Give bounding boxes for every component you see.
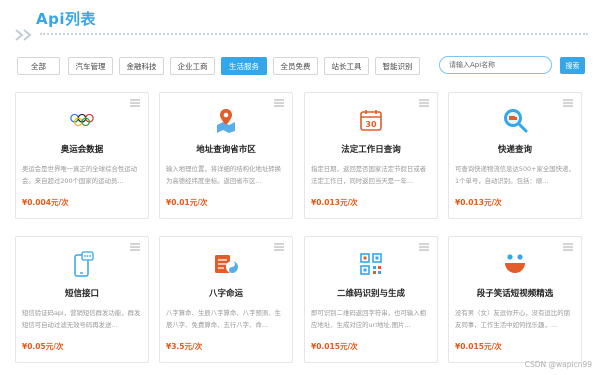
list-menu-icon[interactable]	[130, 243, 140, 251]
card-description: 奥运会是世界唯一真正的全球综合性运动会。来自超过200个国家的运动员…	[22, 165, 138, 185]
calendar-icon: 30	[358, 107, 384, 133]
map-pin-icon	[213, 107, 239, 133]
api-card[interactable]: 快递查询 可查询快递物流信息达500+家全国快递，1个单号，自动识别。包括：顺……	[448, 92, 582, 219]
search-button[interactable]: 搜索	[560, 57, 585, 74]
card-title: 快递查询	[497, 145, 532, 155]
tab-auto-management[interactable]: 汽车管理	[68, 57, 113, 75]
card-price: ¥0.015元/次	[455, 342, 502, 351]
card-price: ¥0.01元/次	[166, 198, 208, 207]
title-divider	[40, 33, 588, 35]
list-menu-icon[interactable]	[274, 243, 284, 251]
tab-all[interactable]: 全部	[17, 57, 60, 75]
api-card[interactable]: 二维码识别与生成 即可识别二维码返回字符串，也可输入相应地址、生成对应的url地…	[304, 236, 438, 363]
card-description: 输入地理位置，将详细的结构化地址转换为高德经纬度坐标。返回省市区…	[166, 165, 282, 185]
card-price: ¥3.5元/次	[166, 342, 203, 351]
sms-phone-icon	[69, 251, 95, 277]
bazi-icon	[213, 251, 239, 277]
double-chevron-icon	[15, 29, 32, 41]
api-card[interactable]: 30 法定工作日查询 指定日期，返回是否国家法定节假日或者法定工作日，同时返回当…	[304, 92, 438, 219]
list-menu-icon[interactable]	[419, 243, 429, 251]
api-card[interactable]: 段子笑话短视频精选 没有男（女）友逗你开心，没有逗比的朋友同事，工作生活中如何找…	[448, 236, 582, 363]
list-menu-icon[interactable]	[274, 99, 284, 107]
api-card[interactable]: 地址查询省市区 输入地理位置，将详细的结构化地址转换为高德经纬度坐标。返回省市区…	[159, 92, 293, 219]
list-menu-icon[interactable]	[563, 99, 573, 107]
api-card[interactable]: 奥运会数据 奥运会是世界唯一真正的全球综合性运动会。来自超过200个国家的运动员…	[15, 92, 149, 219]
card-price: ¥0.05元/次	[22, 342, 64, 351]
card-title: 二维码识别与生成	[336, 289, 405, 299]
card-title: 段子笑话短视频精选	[476, 289, 554, 299]
card-price: ¥0.013元/次	[455, 198, 502, 207]
card-price: ¥0.013元/次	[311, 198, 358, 207]
svg-text:30: 30	[365, 120, 377, 129]
tab-webmaster-tools[interactable]: 站长工具	[324, 57, 369, 75]
api-search-input[interactable]	[439, 56, 552, 74]
olympic-rings-icon	[69, 107, 95, 133]
list-menu-icon[interactable]	[130, 99, 140, 107]
card-description: 八字算命、生辰八字算命、八字预测、生辰八字、免费算命、五行八字、命…	[166, 309, 282, 329]
card-title: 短信接口	[64, 289, 99, 299]
card-description: 可查询快递物流信息达500+家全国快递，1个单号，自动识别。包括：顺…	[455, 165, 575, 185]
card-description: 没有男（女）友逗你开心，没有逗比的朋友同事，工作生活中如何找乐趣，…	[455, 309, 571, 329]
card-description: 短信验证码api，营销短信群发功能，群发短信可自动过滤无效号码再发送…	[22, 309, 141, 329]
card-title: 八字命运	[208, 289, 243, 299]
api-card[interactable]: 短信接口 短信验证码api，营销短信群发功能，群发短信可自动过滤无效号码再发送……	[15, 236, 149, 363]
card-description: 即可识别二维码返回字符串，也可输入相应地址、生成对应的url地址,图片…	[311, 309, 427, 329]
card-description: 指定日期，返回是否国家法定节假日或者法定工作日，同时返回当天是一年…	[311, 165, 427, 185]
tab-business-registry[interactable]: 企业工商	[170, 57, 215, 75]
express-search-icon	[502, 107, 528, 133]
qrcode-icon	[358, 251, 384, 277]
tab-smart-recognition[interactable]: 智能识别	[375, 57, 420, 75]
card-price: ¥0.004元/次	[22, 198, 69, 207]
tab-fintech[interactable]: 金融科技	[119, 57, 164, 75]
api-card[interactable]: 八字命运 八字算命、生辰八字算命、八字预测、生辰八字、免费算命、五行八字、命… …	[159, 236, 293, 363]
page-header: Api列表	[0, 0, 600, 48]
page-title: Api列表	[36, 10, 96, 28]
card-title: 奥运会数据	[60, 145, 104, 155]
list-menu-icon[interactable]	[563, 243, 573, 251]
funny-face-icon	[502, 251, 528, 277]
tab-life-services[interactable]: 生活服务	[221, 57, 267, 75]
card-price: ¥0.015元/次	[311, 342, 358, 351]
tab-free-for-all[interactable]: 全员免费	[273, 57, 318, 75]
card-title: 法定工作日查询	[341, 145, 401, 155]
list-menu-icon[interactable]	[419, 99, 429, 107]
csdn-watermark: CSDN @wapicn99	[524, 360, 592, 369]
card-title: 地址查询省市区	[196, 145, 256, 155]
